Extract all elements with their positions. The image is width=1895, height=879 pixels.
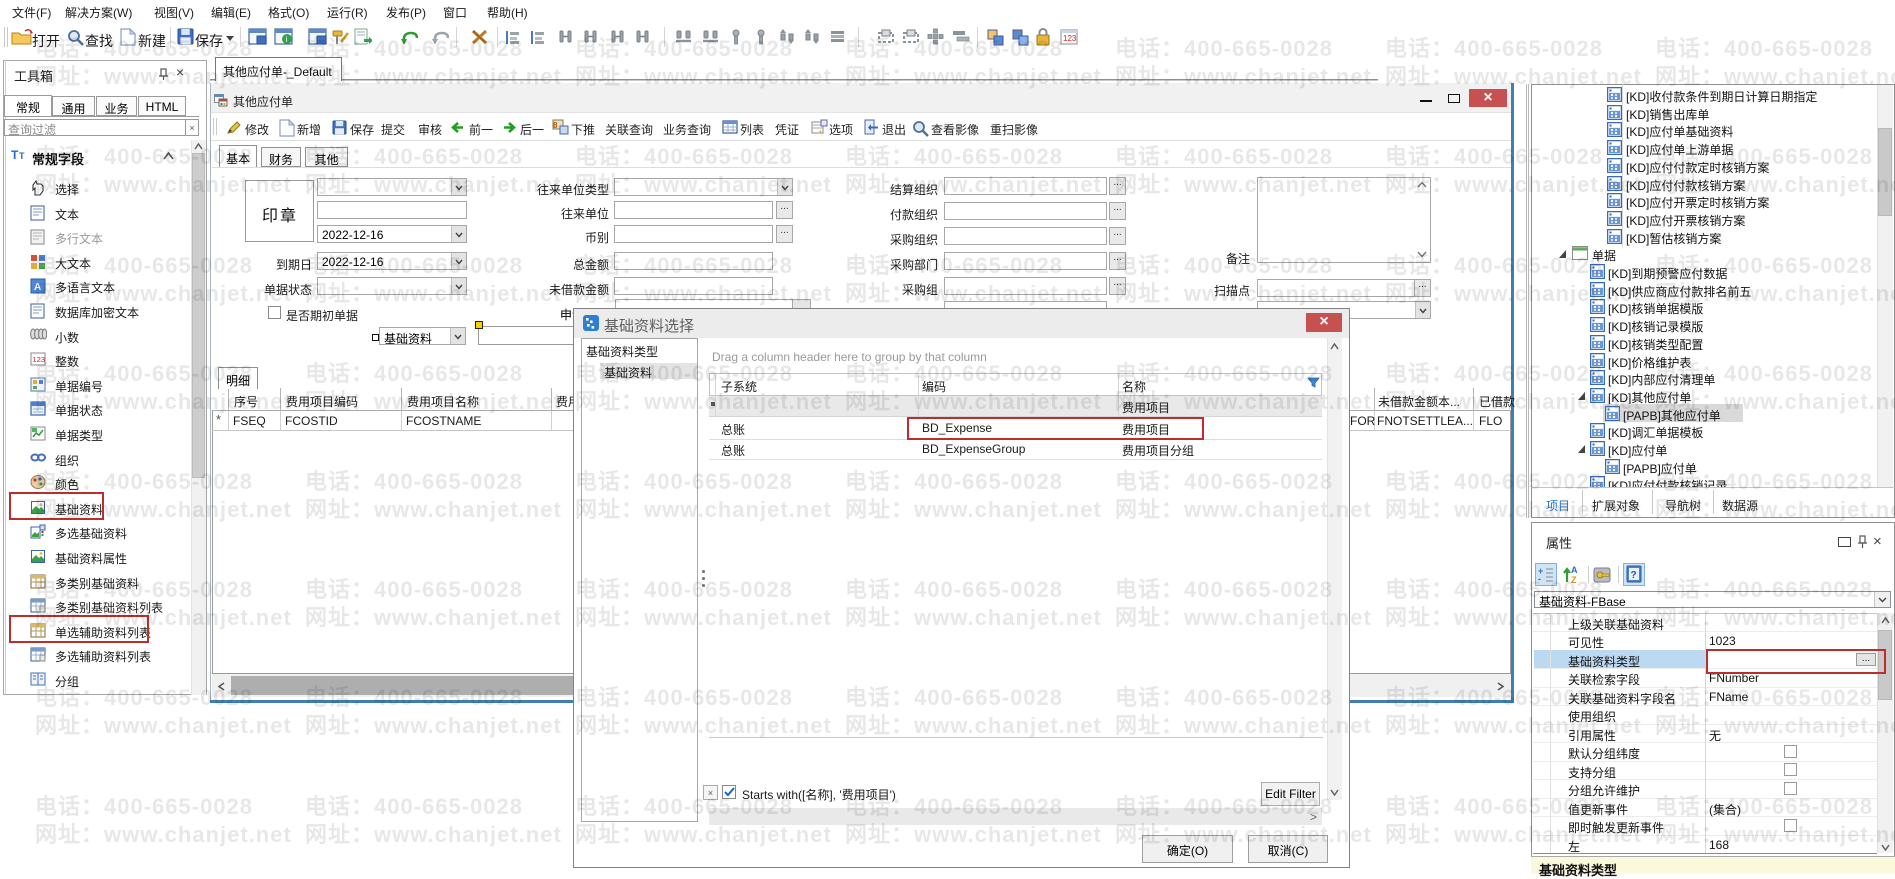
svg-text:-: - (1538, 574, 1541, 582)
svg-text:123: 123 (33, 355, 46, 364)
svg-text:i: i (286, 35, 288, 44)
svg-text:A: A (1571, 565, 1578, 575)
svg-text:A: A (34, 282, 41, 293)
svg-text:123: 123 (1063, 34, 1077, 43)
svg-text:?: ? (1631, 570, 1637, 581)
svg-text:Z: Z (1571, 575, 1577, 585)
svg-text:8: 8 (553, 121, 558, 130)
